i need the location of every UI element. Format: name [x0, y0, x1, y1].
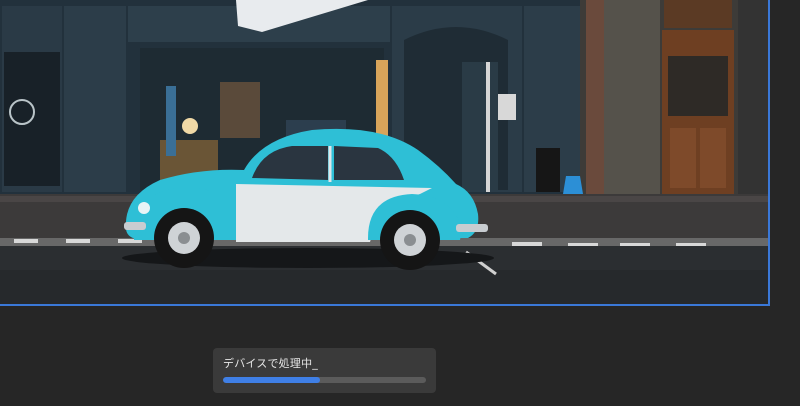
- app-window: デバイスで処理中_: [0, 0, 800, 406]
- progress-bar: [223, 377, 426, 383]
- processing-status-label: デバイスで処理中_: [223, 357, 318, 370]
- image-canvas[interactable]: [0, 0, 770, 306]
- photo-street-vw-beetle: [0, 0, 768, 304]
- processing-toast: デバイスで処理中_: [213, 348, 436, 393]
- progress-bar-fill: [223, 377, 321, 383]
